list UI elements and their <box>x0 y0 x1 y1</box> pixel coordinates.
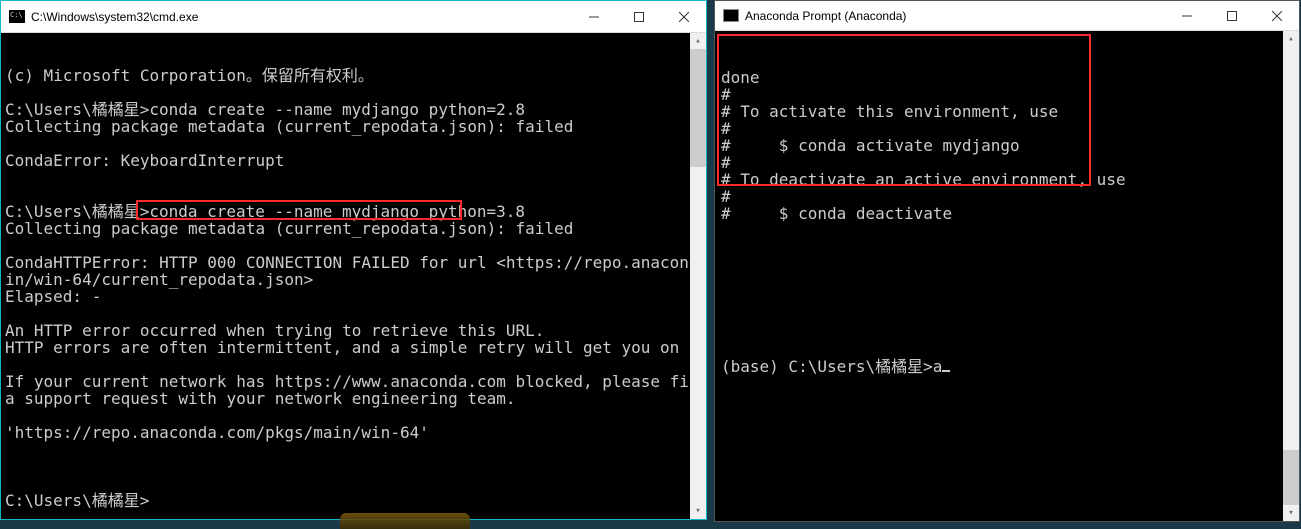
terminal-line <box>5 407 702 424</box>
terminal-line <box>5 458 702 475</box>
terminal-line: C:\Users\橘橘星>conda create --name mydjang… <box>5 203 702 220</box>
terminal-line: If your current network has https://www.… <box>5 373 702 390</box>
terminal-line: in/win-64/current_repodata.json> <box>5 271 702 288</box>
terminal-line <box>5 84 702 101</box>
anaconda-icon <box>723 8 739 24</box>
minimize-button[interactable] <box>1164 1 1209 30</box>
terminal-line: # <box>721 86 1293 103</box>
terminal-line: # $ conda activate mydjango <box>721 137 1293 154</box>
scroll-thumb[interactable] <box>1283 450 1299 505</box>
anaconda-titlebar[interactable]: Anaconda Prompt (Anaconda) <box>715 1 1299 31</box>
minimize-button[interactable] <box>571 1 616 32</box>
terminal-line <box>5 475 702 492</box>
terminal-line: # $ conda deactivate <box>721 205 1293 222</box>
terminal-line: An HTTP error occurred when trying to re… <box>5 322 702 339</box>
terminal-line <box>5 441 702 458</box>
cmd-window-buttons <box>571 1 706 32</box>
cmd-terminal-output[interactable]: (c) Microsoft Corporation。保留所有权利。 C:\Use… <box>1 33 706 519</box>
anaconda-terminal-output[interactable]: done## To activate this environment, use… <box>715 31 1299 521</box>
scroll-track[interactable] <box>1283 47 1299 505</box>
terminal-line: Elapsed: - <box>5 288 702 305</box>
terminal-line <box>5 305 702 322</box>
terminal-line: (c) Microsoft Corporation。保留所有权利。 <box>5 67 702 84</box>
terminal-line: done <box>721 69 1293 86</box>
terminal-line: # To deactivate an active environment, u… <box>721 171 1293 188</box>
terminal-line: 'https://repo.anaconda.com/pkgs/main/win… <box>5 424 702 441</box>
terminal-line <box>5 186 702 203</box>
cmd-scrollbar[interactable]: ▴ ▾ <box>690 33 706 519</box>
cmd-title-text: C:\Windows\system32\cmd.exe <box>31 10 571 24</box>
scroll-down-icon[interactable]: ▾ <box>690 503 706 519</box>
terminal-line <box>5 356 702 373</box>
anaconda-window-buttons <box>1164 1 1299 30</box>
cmd-titlebar[interactable]: C:\Windows\system32\cmd.exe <box>1 1 706 33</box>
scroll-track[interactable] <box>690 49 706 503</box>
terminal-line: CondaError: KeyboardInterrupt <box>5 152 702 169</box>
terminal-line: Collecting package metadata (current_rep… <box>5 220 702 237</box>
terminal-line: CondaHTTPError: HTTP 000 CONNECTION FAIL… <box>5 254 702 271</box>
terminal-line: # <box>721 188 1293 205</box>
scroll-up-icon[interactable]: ▴ <box>690 33 706 49</box>
terminal-line: HTTP errors are often intermittent, and … <box>5 339 702 356</box>
terminal-line <box>5 169 702 186</box>
maximize-button[interactable] <box>1209 1 1254 30</box>
scroll-down-icon[interactable]: ▾ <box>1283 505 1299 521</box>
cursor-icon <box>942 370 950 372</box>
terminal-line: # <box>721 120 1293 137</box>
taskbar-glow <box>340 513 470 529</box>
terminal-line: Collecting package metadata (current_rep… <box>5 118 702 135</box>
terminal-line: C:\Users\橘橘星>conda create --name mydjang… <box>5 101 702 118</box>
scroll-thumb[interactable] <box>690 49 706 167</box>
terminal-line: a support request with your network engi… <box>5 390 702 407</box>
close-button[interactable] <box>661 1 706 32</box>
scroll-up-icon[interactable]: ▴ <box>1283 31 1299 47</box>
cmd-icon <box>9 9 25 25</box>
terminal-line <box>5 237 702 254</box>
anaconda-prompt-line: (base) C:\Users\橘橘星>a <box>721 357 942 376</box>
anaconda-window: Anaconda Prompt (Anaconda) done## To act… <box>714 0 1300 522</box>
terminal-line: # To activate this environment, use <box>721 103 1293 120</box>
close-button[interactable] <box>1254 1 1299 30</box>
terminal-line: C:\Users\橘橘星> <box>5 492 702 509</box>
maximize-button[interactable] <box>616 1 661 32</box>
anaconda-scrollbar[interactable]: ▴ ▾ <box>1283 31 1299 521</box>
terminal-line <box>5 135 702 152</box>
anaconda-title-text: Anaconda Prompt (Anaconda) <box>745 9 1164 23</box>
cmd-window: C:\Windows\system32\cmd.exe (c) Microsof… <box>0 0 707 520</box>
terminal-line: # <box>721 154 1293 171</box>
